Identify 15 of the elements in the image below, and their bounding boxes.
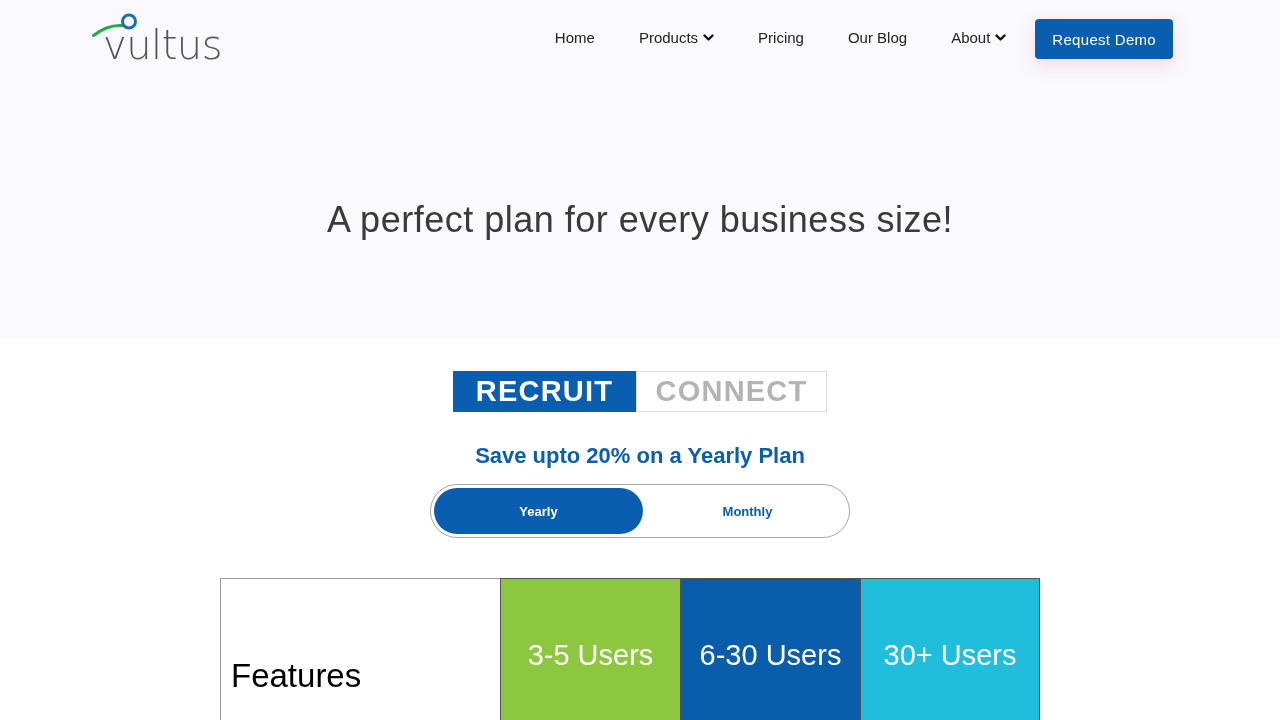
nav-link[interactable]: Products	[616, 29, 737, 46]
billing-option[interactable]: Monthly	[643, 488, 852, 534]
plan-header-cell: 30+ Users	[860, 578, 1040, 720]
logo-wordmark[interactable]: vultus	[103, 23, 222, 67]
plan-header-cell: 3-5 Users	[500, 578, 680, 720]
plan-header-cell: 6-30 Users	[680, 578, 860, 720]
nav-link[interactable]: Our Blog	[825, 29, 930, 46]
request-demo-button[interactable]: Request Demo	[1035, 19, 1173, 59]
product-tab[interactable]: RECRUIT	[453, 371, 636, 412]
billing-option[interactable]: Yearly	[434, 488, 643, 534]
nav-link[interactable]: Home	[532, 29, 617, 46]
nav-link[interactable]: About	[929, 29, 1029, 46]
hero-title: A perfect plan for every business size!	[327, 198, 953, 242]
promo-text: Save upto 20% on a Yearly Plan	[475, 442, 805, 470]
nav-link[interactable]: Pricing	[736, 29, 826, 46]
